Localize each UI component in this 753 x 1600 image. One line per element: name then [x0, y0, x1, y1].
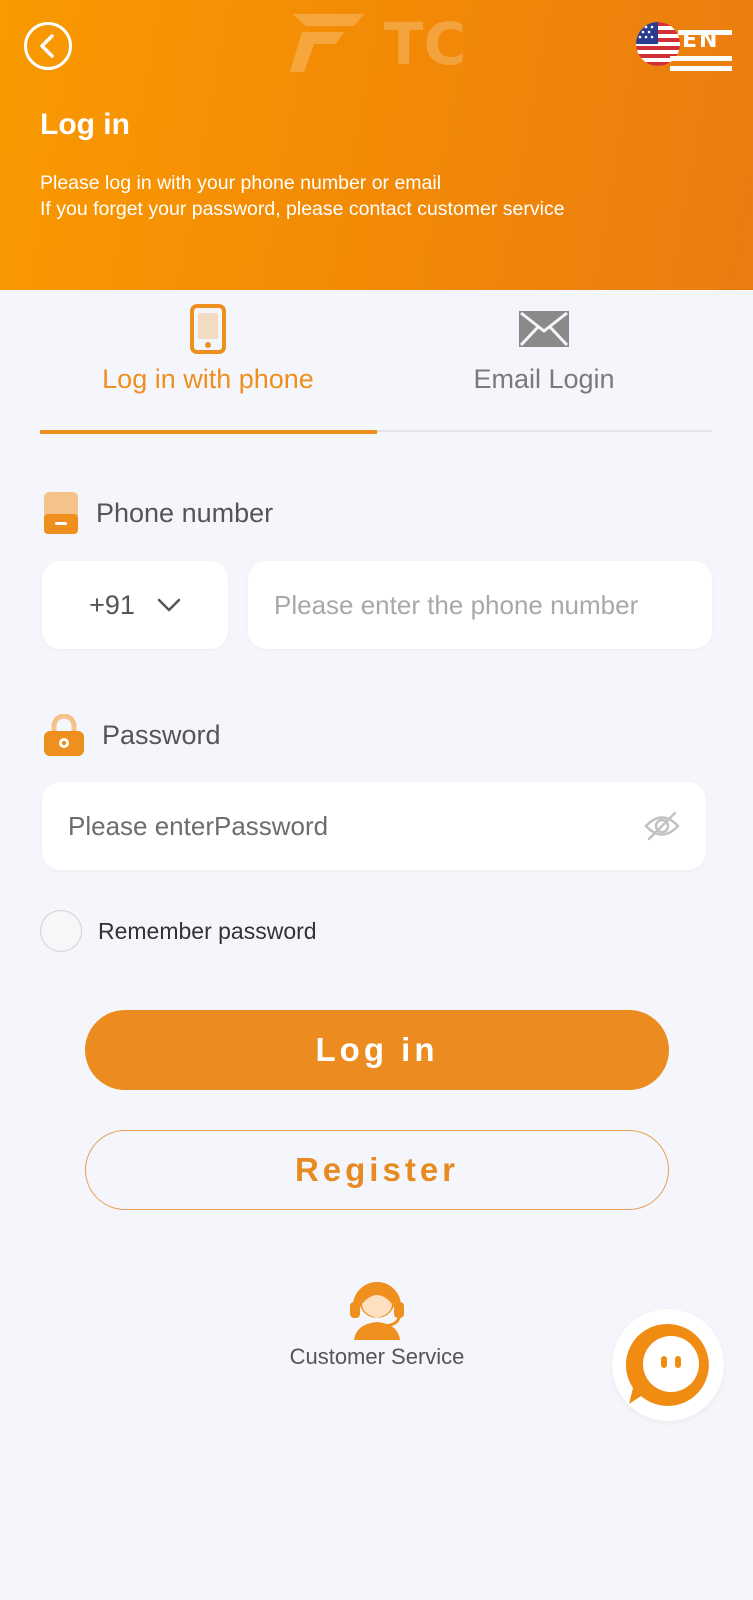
phone-number-field[interactable] [248, 561, 712, 649]
page-title: Log in [40, 108, 130, 141]
page-subtitle: Please log in with your phone number or … [40, 170, 565, 222]
back-button[interactable] [24, 22, 72, 70]
remember-password-label: Remember password [98, 917, 317, 944]
subtitle-line-1: Please log in with your phone number or … [40, 172, 442, 194]
phone-number-label-text: Phone number [96, 497, 274, 528]
chevron-down-icon [157, 598, 181, 612]
header: TC EN Log in Please log in with your pho… [0, 0, 753, 290]
svg-text:TC: TC [384, 10, 466, 78]
phone-icon [190, 304, 226, 354]
password-label: Password [44, 714, 221, 756]
language-switcher[interactable]: EN [634, 22, 734, 74]
chat-bubble-icon [625, 1323, 709, 1406]
tab-phone-login[interactable]: Log in with phone [40, 290, 377, 434]
login-button[interactable]: Log in [85, 1010, 669, 1090]
subtitle-line-2: If you forget your password, please cont… [40, 198, 565, 220]
country-code-value: +91 [89, 589, 135, 620]
register-button[interactable]: Register [85, 1130, 669, 1210]
customer-service-link[interactable]: Customer Service [277, 1270, 477, 1370]
country-code-select[interactable]: +91 [42, 561, 228, 649]
chat-bubble-button[interactable] [612, 1309, 724, 1421]
password-input[interactable] [68, 810, 644, 842]
password-field[interactable] [42, 782, 706, 870]
language-label: EN [682, 28, 720, 53]
customer-service-label: Customer Service [289, 1344, 465, 1369]
chevron-left-icon [40, 34, 54, 58]
headset-agent-icon [350, 1282, 404, 1340]
login-tabs: Log in with phone Email Login [40, 290, 712, 434]
phone-number-input[interactable] [274, 589, 712, 621]
mail-icon [519, 311, 569, 347]
lock-icon [44, 714, 84, 756]
phone-number-label: Phone number [44, 492, 273, 534]
password-label-text: Password [102, 719, 221, 750]
tab-email-label: Email Login [473, 364, 615, 394]
tab-phone-label: Log in with phone [102, 364, 314, 394]
active-tab-indicator [40, 430, 377, 434]
eye-off-icon[interactable] [644, 811, 680, 841]
remember-password[interactable]: Remember password [40, 910, 317, 952]
tab-email-login[interactable]: Email Login [376, 290, 712, 432]
brand-logo: TC [290, 10, 466, 78]
remember-password-checkbox[interactable] [40, 910, 82, 952]
phone-field-icon [44, 492, 78, 534]
